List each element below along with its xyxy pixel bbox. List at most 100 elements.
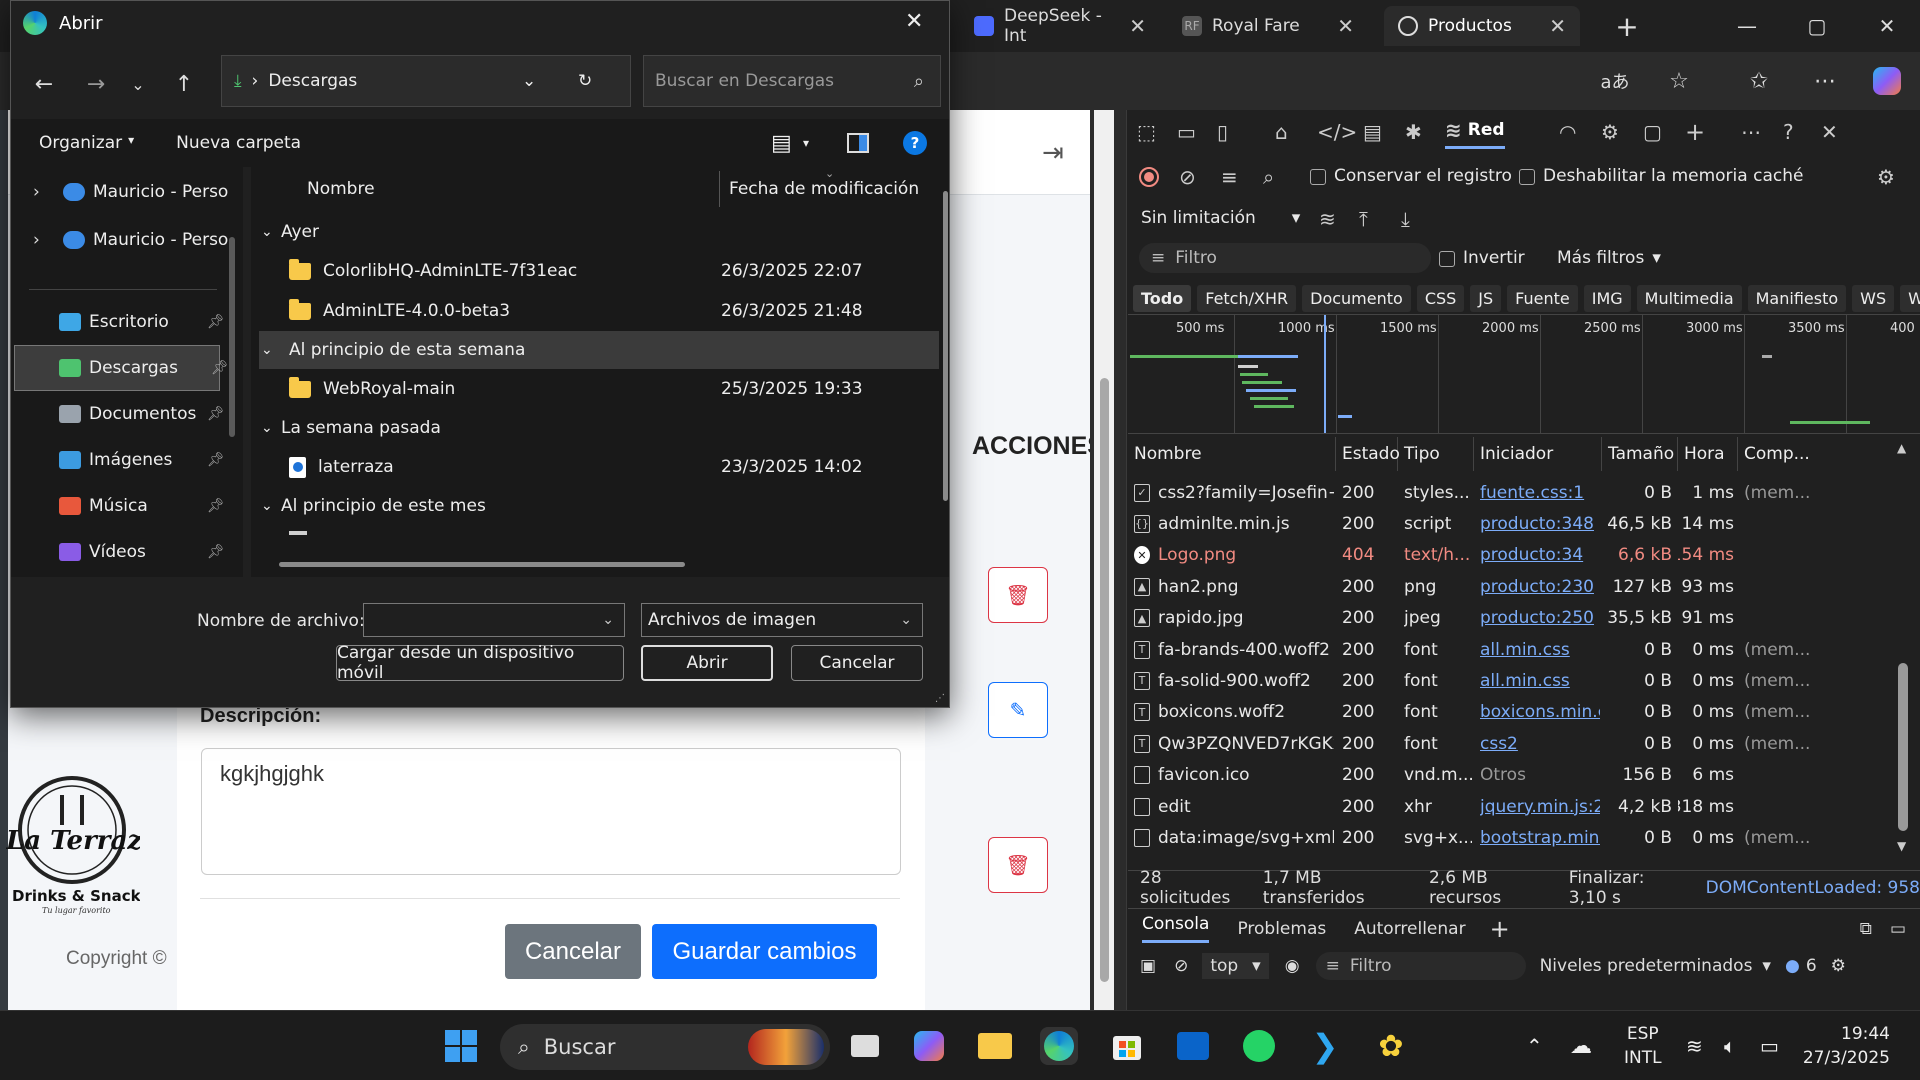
address-breadcrumb[interactable]: ⤓ › Descargas ⌄ ↻ (221, 55, 631, 107)
type-filter-js[interactable]: JS (1470, 284, 1502, 312)
console-filter-input[interactable]: ≡ Filtro (1315, 952, 1526, 980)
clear-icon[interactable]: ⊘ (1179, 165, 1196, 189)
nav-item-descargas[interactable]: Descargas 📌︎ (14, 345, 229, 391)
open-button[interactable]: Abrir (641, 645, 773, 681)
page-scrollbar[interactable] (1094, 110, 1114, 1010)
context-select[interactable]: top ▾ (1202, 953, 1269, 979)
invert-checkbox[interactable] (1439, 251, 1455, 267)
cell-initiator[interactable]: css2 (1480, 728, 1600, 759)
file-row[interactable]: AdminLTE-4.0.0-beta3 26/3/2025 21:48 (251, 291, 941, 331)
elements-icon[interactable]: </> (1317, 120, 1357, 144)
cell-initiator[interactable]: bootstrap.min.c (1480, 822, 1600, 853)
console-icon[interactable]: ▤ (1363, 120, 1382, 144)
new-folder-button[interactable]: Nueva carpeta (176, 133, 301, 153)
issues-badge[interactable]: ● 6 (1785, 956, 1817, 976)
whatsapp-icon[interactable] (1240, 1027, 1278, 1065)
inspect-icon[interactable]: ⬚ (1137, 120, 1156, 144)
logout-icon[interactable]: ⇥ (1042, 138, 1064, 168)
settings-gear-icon[interactable]: ⚙ (1601, 120, 1619, 144)
help-icon[interactable]: ? (903, 131, 927, 155)
scroll-up-icon[interactable]: ▲ (1897, 441, 1906, 455)
close-tab-icon[interactable]: ✕ (1549, 14, 1566, 38)
file-type-select[interactable]: Archivos de imagen ⌄ (641, 603, 923, 637)
type-filter-documento[interactable]: Documento (1302, 284, 1411, 312)
search-icon[interactable]: ⌕ (1263, 165, 1274, 189)
file-list-vscrollbar[interactable] (943, 191, 948, 501)
nav-item-documentos[interactable]: Documentos 📌︎ (11, 391, 243, 437)
volume-icon[interactable]: 🔈︎ (1724, 1011, 1736, 1080)
cell-initiator[interactable]: producto:230 (1480, 571, 1600, 602)
vscode-icon[interactable]: ❯ (1306, 1027, 1344, 1065)
resize-grip-icon[interactable]: ⋰ (935, 693, 945, 704)
refresh-icon[interactable]: ↻ (578, 71, 592, 91)
back-arrow-icon[interactable]: ← (29, 69, 59, 99)
column-initiator[interactable]: Iniciador (1474, 437, 1602, 471)
pin-icon[interactable]: 📌︎ (207, 406, 225, 422)
column-status[interactable]: Estado (1336, 437, 1400, 471)
console-settings-icon[interactable]: ⚙ (1831, 956, 1846, 976)
pets-app-icon[interactable]: ✿ (1372, 1027, 1410, 1065)
sidebar-toggle-icon[interactable]: ▣ (1140, 956, 1156, 976)
filter-requests-icon[interactable]: ≡ (1221, 165, 1238, 189)
network-conditions-icon[interactable]: ≋ (1319, 207, 1336, 231)
tab-deepseek[interactable]: DeepSeek - Int ✕ (960, 6, 1160, 46)
copilot-icon[interactable] (1872, 66, 1902, 96)
pin-icon[interactable]: 📌︎ (207, 498, 225, 514)
more-menu-icon[interactable]: ⋯ (1810, 66, 1840, 96)
breadcrumb-descargas[interactable]: Descargas (268, 71, 357, 91)
file-row[interactable]: laterraza 23/3/2025 14:02 (251, 447, 941, 487)
weather-cloud-icon[interactable]: ☁ (1570, 1011, 1592, 1080)
nav-scrollbar[interactable] (229, 237, 235, 437)
save-changes-button[interactable]: Guardar cambios (652, 924, 877, 979)
performance-icon[interactable]: ◠ (1559, 120, 1576, 144)
scroll-down-icon[interactable]: ▼ (1897, 839, 1906, 853)
network-table-scrollbar[interactable]: ▲ ▼ (1892, 437, 1916, 857)
file-group-header[interactable]: ⌄ La semana pasada (251, 409, 941, 447)
read-aloud-icon[interactable]: aあ (1600, 66, 1630, 96)
request-row[interactable]: favicon.ico 200 vnd.m... Otros 156 B 6 ms (1128, 760, 1892, 791)
column-comp[interactable]: Comp... (1738, 437, 1892, 471)
cell-initiator[interactable]: jquery.min.js:2 (1480, 791, 1600, 822)
file-explorer-icon[interactable] (976, 1027, 1014, 1065)
cell-initiator[interactable]: boxicons.min.cs (1480, 697, 1600, 728)
forward-arrow-icon[interactable]: → (81, 69, 111, 99)
tab-problems[interactable]: Problemas (1237, 919, 1326, 939)
more-options-icon[interactable]: ⋯ (1741, 120, 1761, 144)
path-dropdown-icon[interactable]: ⌄ (522, 71, 536, 91)
cell-initiator[interactable]: producto:348 (1480, 508, 1600, 539)
throttling-select[interactable]: Sin limitación ▾ (1141, 208, 1300, 228)
type-filter-css[interactable]: CSS (1416, 284, 1465, 312)
close-tab-icon[interactable]: ✕ (1129, 14, 1146, 38)
home-icon[interactable]: ⌂ (1275, 120, 1288, 144)
file-group-header[interactable]: ⌄ Al principio de esta semana (259, 331, 939, 369)
live-expression-icon[interactable]: ◉ (1285, 956, 1300, 976)
microsoft-store-icon[interactable] (1108, 1027, 1146, 1065)
scroll-thumb[interactable] (1100, 378, 1109, 982)
request-row[interactable]: ✕ Logo.png 404 text/h... producto:34 6,6 kB 15… (1128, 540, 1892, 571)
chevron-down-icon[interactable]: ▾ (803, 136, 809, 150)
dock-icon[interactable]: ▯ (1217, 120, 1228, 144)
up-arrow-icon[interactable]: ↑ (169, 69, 199, 99)
network-settings-icon[interactable]: ⚙ (1877, 165, 1895, 189)
file-row[interactable]: WebRoyal-main 25/3/2025 19:33 (251, 369, 941, 409)
delete-button[interactable]: 🗑 (988, 567, 1048, 623)
type-filter-img[interactable]: IMG (1583, 284, 1631, 312)
battery-icon[interactable]: ▭ (1760, 1011, 1779, 1080)
dialog-cancel-button[interactable]: Cancelar (791, 645, 923, 681)
view-options-icon[interactable]: ▤ (771, 131, 792, 156)
filter-input[interactable]: ≡ Filtro (1139, 243, 1431, 273)
request-row[interactable]: Tfa-brands-400.woff2 200 font all.min.css 0 … (1128, 634, 1892, 665)
request-row[interactable]: data:image/svg+xml,... 200 svg+x... bootstr… (1128, 822, 1892, 853)
restore-button[interactable]: ▢ (1786, 0, 1848, 52)
copilot-icon[interactable] (910, 1027, 948, 1065)
device-toolbar-icon[interactable]: ▭ (1177, 120, 1196, 144)
wifi-icon[interactable]: ≋ (1686, 1011, 1703, 1080)
pin-icon[interactable]: 📌︎ (207, 452, 225, 468)
show-hidden-icons[interactable]: ⌃ (1526, 1011, 1543, 1080)
file-group-header[interactable]: ⌄ Al principio de este mes (251, 487, 941, 525)
cell-initiator[interactable]: producto:34 (1480, 540, 1600, 571)
close-drawer-icon[interactable]: ▭ (1890, 919, 1906, 939)
search-descargas-input[interactable]: Buscar en Descargas ⌕ (643, 55, 941, 107)
organize-menu[interactable]: Organizar ▾ (39, 133, 134, 153)
more-tools-icon[interactable]: + (1685, 118, 1705, 146)
